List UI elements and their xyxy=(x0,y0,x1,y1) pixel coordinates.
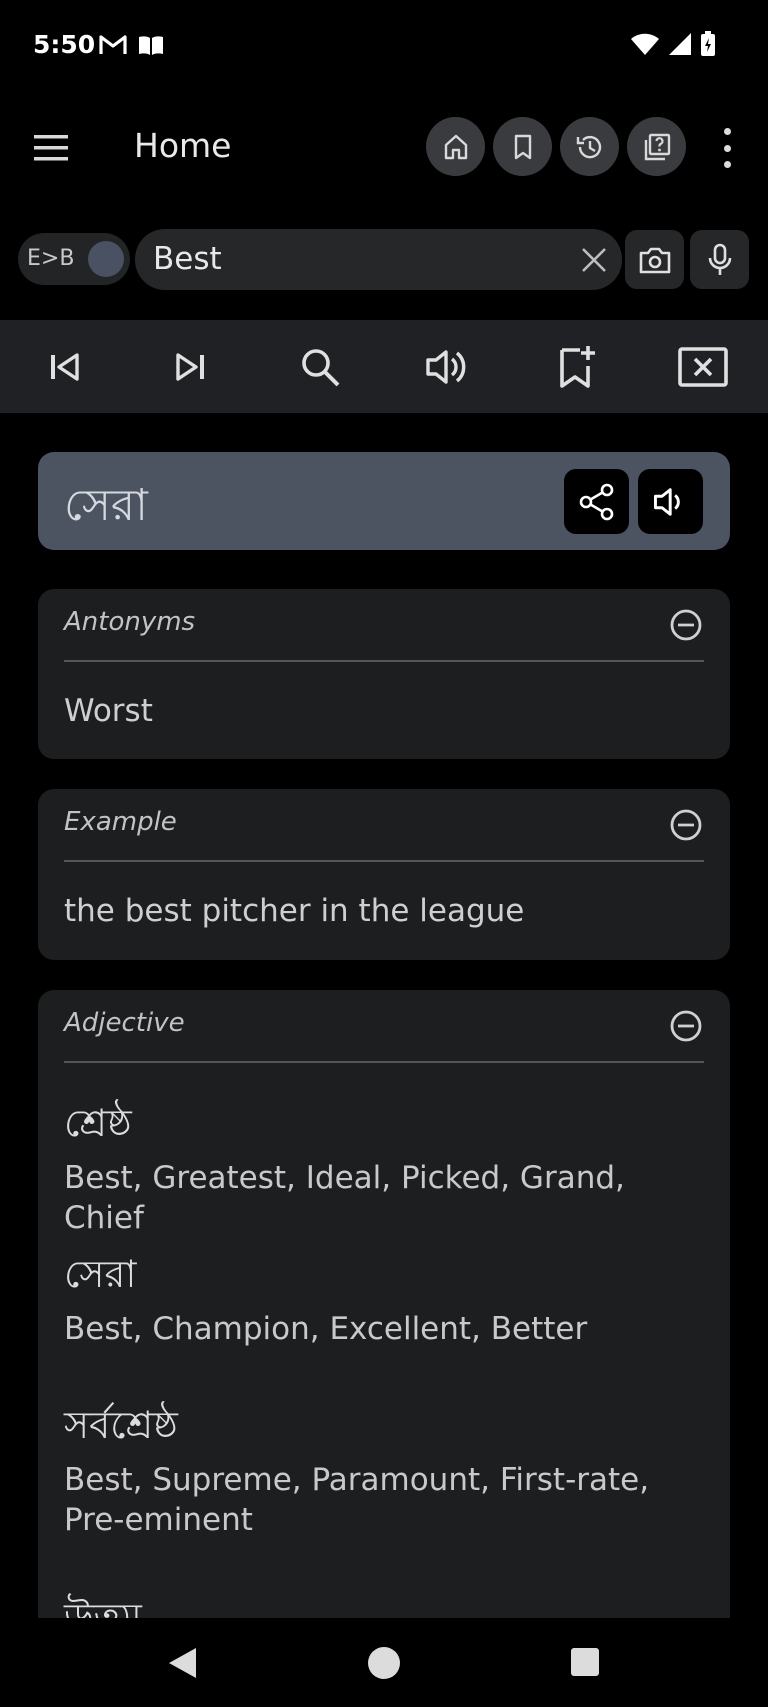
share-icon xyxy=(579,483,613,520)
minus-circle-icon xyxy=(670,609,702,641)
entry-synonyms: Best, Supreme, Paramount, First-rate, Pr… xyxy=(64,1462,650,1538)
antonyms-header: Antonyms xyxy=(64,607,196,637)
close-box-icon xyxy=(678,347,728,387)
camera-search-button[interactable] xyxy=(625,230,684,289)
pronounce-button[interactable] xyxy=(422,342,472,392)
menu-button[interactable] xyxy=(30,130,72,166)
status-icons-left xyxy=(99,34,165,56)
example-card: Example the best pitcher in the league xyxy=(38,789,730,960)
language-direction-label: E>B xyxy=(27,246,75,271)
share-button[interactable] xyxy=(564,469,629,534)
battery-charging-icon xyxy=(700,31,716,57)
close-icon xyxy=(582,248,606,272)
previous-word-button[interactable] xyxy=(39,342,89,392)
home-icon xyxy=(444,134,467,159)
book-icon xyxy=(137,34,165,56)
collapse-adjective-button[interactable] xyxy=(668,1008,704,1044)
minus-circle-icon xyxy=(670,1010,702,1042)
divider xyxy=(64,860,704,862)
minus-circle-icon xyxy=(670,809,702,841)
add-bookmark-button[interactable] xyxy=(551,342,601,392)
voice-search-button[interactable] xyxy=(690,230,749,289)
translation-word: সেরা xyxy=(64,480,148,531)
clear-search-button[interactable] xyxy=(576,242,612,278)
home-nav-button[interactable] xyxy=(367,1646,401,1680)
language-direction-toggle[interactable]: E>B xyxy=(18,233,130,285)
more-vert-icon xyxy=(723,128,731,135)
clear-word-button[interactable] xyxy=(678,342,728,392)
status-time: 5:50 xyxy=(33,30,96,59)
entry-synonyms: Best, Greatest, Ideal, Picked, Grand, Ch… xyxy=(64,1160,625,1236)
skip-previous-icon xyxy=(51,353,79,381)
divider xyxy=(64,660,704,662)
volume-icon xyxy=(653,487,680,516)
entry-word: সেরা xyxy=(64,1252,137,1296)
top-actions xyxy=(426,117,686,176)
back-button[interactable] xyxy=(166,1646,198,1680)
microphone-icon xyxy=(708,243,731,275)
adjective-header: Adjective xyxy=(64,1008,185,1038)
search-icon xyxy=(302,349,340,387)
divider xyxy=(64,1061,704,1063)
search-input[interactable] xyxy=(153,239,533,279)
recents-button[interactable] xyxy=(570,1647,600,1677)
antonyms-card: Antonyms Worst xyxy=(38,589,730,759)
translation-card: সেরা xyxy=(38,452,730,550)
next-word-button[interactable] xyxy=(166,342,216,392)
entry-word: সর্বশ্রেষ্ঠ xyxy=(64,1403,178,1447)
collapse-example-button[interactable] xyxy=(668,807,704,843)
bookmarks-button[interactable] xyxy=(493,117,552,176)
signal-icon xyxy=(668,32,692,56)
wifi-icon xyxy=(630,32,660,56)
entry-word: শ্রেষ্ঠ xyxy=(64,1101,132,1145)
example-header: Example xyxy=(64,807,177,837)
system-nav-bar xyxy=(0,1618,768,1707)
home-circle-icon xyxy=(368,1647,400,1679)
camera-icon xyxy=(639,247,670,273)
gmail-icon xyxy=(99,34,127,56)
example-text: the best pitcher in the league xyxy=(64,893,525,929)
menu-icon xyxy=(34,135,68,161)
volume-icon xyxy=(426,350,466,384)
translation-pronounce-button[interactable] xyxy=(638,469,703,534)
entry-synonyms: Best, Champion, Excellent, Better xyxy=(64,1311,588,1347)
home-button[interactable] xyxy=(426,117,485,176)
collapse-antonyms-button[interactable] xyxy=(668,607,704,643)
quiz-button[interactable] xyxy=(627,117,686,176)
quiz-icon xyxy=(644,133,670,160)
status-icons-right xyxy=(630,31,716,57)
history-button[interactable] xyxy=(560,117,619,176)
overflow-menu-button[interactable] xyxy=(715,128,739,168)
page-title: Home xyxy=(134,126,232,165)
adjective-card: Adjective শ্রেষ্ঠ Best, Greatest, Ideal,… xyxy=(38,990,730,1618)
search-box xyxy=(135,229,622,290)
search-button[interactable] xyxy=(295,342,345,392)
bookmark-icon xyxy=(514,134,531,159)
history-icon xyxy=(576,135,601,158)
word-toolbar xyxy=(0,320,768,413)
recents-icon xyxy=(571,1648,599,1676)
back-icon xyxy=(169,1648,196,1678)
toggle-knob xyxy=(88,241,124,277)
entry-word: উত্তম xyxy=(64,1595,142,1618)
bookmark-add-icon xyxy=(560,346,595,388)
skip-next-icon xyxy=(176,353,204,381)
antonyms-text: Worst xyxy=(64,693,153,729)
